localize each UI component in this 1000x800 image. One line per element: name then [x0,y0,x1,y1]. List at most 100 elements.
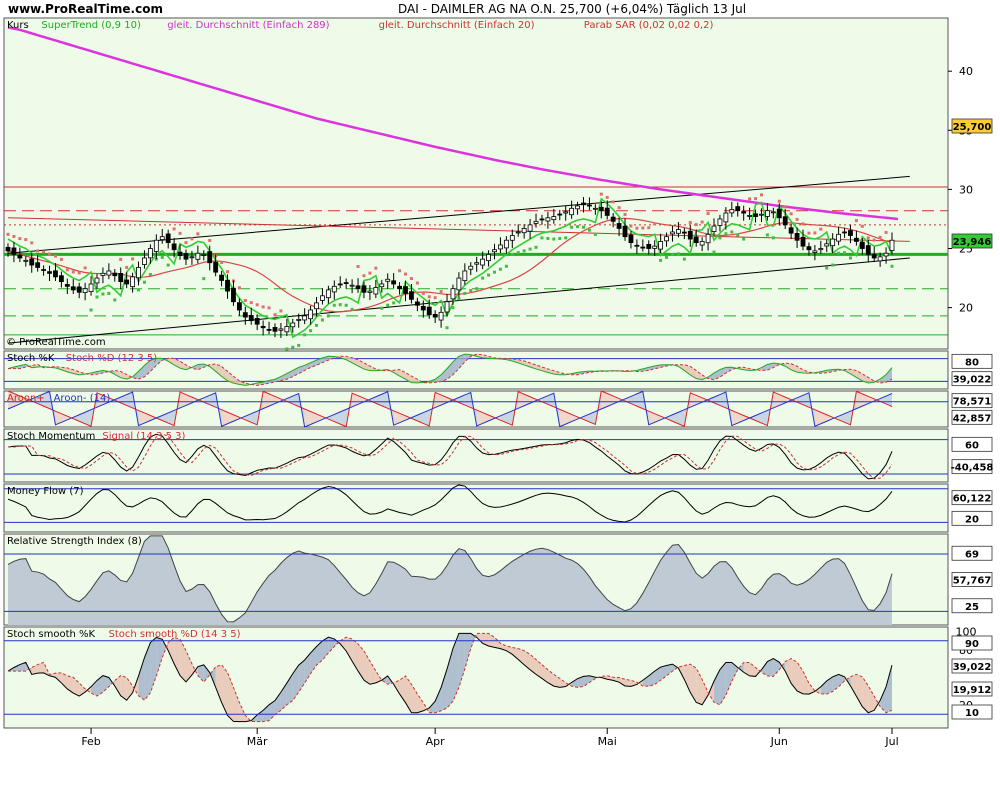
candle-body [88,283,94,292]
value-badge: 57,767 [953,576,992,587]
candle-body [681,231,687,234]
sar-dot [350,307,354,311]
sar-dot [516,251,520,255]
candle-body [136,267,141,279]
candle-body [539,218,545,221]
panel-moneyflow [3,483,949,533]
month-label: Apr [426,735,446,748]
candle-body [5,246,11,252]
candle-body [254,317,260,325]
candle-body [759,213,764,216]
sar-dot [433,296,437,300]
value-badge: 60 [965,440,979,451]
sar-dot [807,231,811,235]
candle-body [788,227,794,234]
sar-dot [255,303,259,307]
candle-body [462,270,468,282]
sar-dot [463,291,467,295]
sar-dot [439,290,443,294]
candle-body [652,245,658,249]
sar-dot [226,270,230,274]
value-badge: 42,857 [953,413,992,424]
candle-body [379,283,385,288]
sar-dot [593,232,597,236]
sar-dot [742,237,746,241]
candle-body [426,306,432,316]
sar-dot [670,252,674,256]
sar-dot [53,254,57,258]
sar-dot [706,212,710,216]
sar-dot [469,288,473,292]
candle-body [545,217,551,222]
aroon-fill [601,391,608,409]
sar-dot [392,301,396,305]
value-badge: 78,571 [953,397,992,408]
candle-body [302,315,308,321]
candle-body [195,252,201,260]
sar-dot [71,270,75,274]
sar-dot [166,263,170,267]
value-badge: 19,912 [953,685,992,696]
candle-body [314,302,319,310]
sar-dot [676,252,680,256]
price-tick-label: 30 [959,183,973,196]
sar-dot [848,256,852,260]
candle-body [183,253,189,260]
sar-dot [344,303,348,307]
candle-body [794,233,800,241]
sar-dot [837,251,841,255]
sar-dot [77,271,81,275]
sar-dot [297,343,301,347]
sar-dot [641,226,645,230]
candle-body [450,288,456,300]
sar-dot [291,345,295,349]
candle-body [735,206,741,212]
legend-entry: Kurs [7,20,29,31]
candle-body [397,285,402,290]
sar-dot [89,308,93,312]
candle-body [159,236,165,241]
sar-dot [83,266,87,270]
candle-body [147,248,153,259]
sar-dot [142,280,146,284]
aroon-fill [304,409,311,427]
candle-body [676,229,681,234]
sar-dot [564,236,568,240]
candle-body [818,248,824,251]
sar-dot [700,220,704,224]
sar-dot [665,255,669,259]
candle-body [444,301,450,313]
candle-body [670,231,675,235]
site-url[interactable]: www.ProRealTime.com [8,2,163,16]
candle-body [112,272,118,277]
sar-dot [315,323,319,327]
candle-body [486,254,491,262]
value-badge: 25,700 [953,122,992,133]
sar-dot [754,197,758,201]
candle-body [634,244,640,247]
sar-dot [386,303,390,307]
candle-body [118,273,124,283]
sar-dot [445,326,449,330]
sar-dot [243,299,247,303]
candle-body [373,287,379,295]
candle-body [266,328,272,331]
candle-body [64,284,70,287]
candle-body [219,274,224,281]
candle-body [403,286,408,294]
sar-dot [267,306,271,310]
sar-dot [309,329,313,333]
candle-body [842,231,847,234]
candle-body [337,283,343,286]
sar-dot [635,226,639,230]
sar-dot [570,225,574,229]
legend-entry: Signal (14 3 5 3) [102,431,185,442]
legend-entry: Stoch Momentum [7,431,95,442]
candle-body [854,237,859,242]
sar-dot [178,231,182,235]
candle-body [29,258,35,266]
candle-body [320,295,325,301]
legend-entry: Money Flow (7) [7,486,84,497]
sar-dot [777,199,781,203]
candle-body [284,326,290,333]
